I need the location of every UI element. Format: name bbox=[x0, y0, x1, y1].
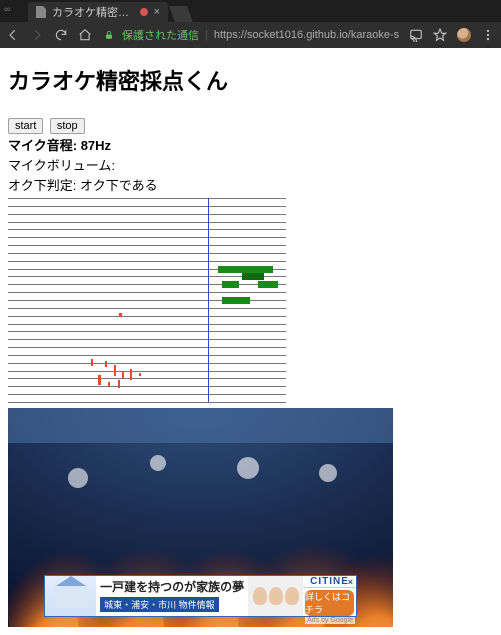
tab-strip: カラオケ精密採点くん × bbox=[0, 0, 501, 22]
ad-banner[interactable]: 一戸建を持つのが家族の夢 城東・浦安・市川 物件情報 CITINE× 詳しくはコ… bbox=[44, 575, 357, 617]
ad-headline: 一戸建を持つのが家族の夢 bbox=[100, 578, 244, 595]
sung-pitch-mark bbox=[130, 369, 132, 379]
grid-row bbox=[8, 284, 286, 285]
browser-tab[interactable]: カラオケ精密採点くん × bbox=[28, 2, 168, 22]
grid-row bbox=[8, 253, 286, 254]
grid-row bbox=[8, 214, 286, 215]
address-bar: 保護された通信 | https://socket1016.github.io/k… bbox=[0, 22, 501, 48]
ad-close-icon[interactable]: × bbox=[348, 577, 354, 587]
grid-row bbox=[8, 229, 286, 230]
sung-pitch-mark bbox=[119, 313, 122, 317]
ad-cta[interactable]: 詳しくはコチラ bbox=[305, 590, 354, 616]
ad-brand: CITINE× bbox=[303, 576, 356, 588]
url-text: https://socket1016.github.io/karaoke-sei… bbox=[214, 29, 399, 41]
sung-pitch-mark bbox=[108, 382, 110, 387]
grid-row bbox=[8, 363, 286, 364]
target-note bbox=[218, 266, 274, 273]
sung-pitch-mark bbox=[98, 375, 100, 384]
close-tab-icon[interactable]: × bbox=[154, 6, 160, 18]
url-box[interactable]: 保護された通信 | https://socket1016.github.io/k… bbox=[102, 27, 399, 43]
sung-pitch-mark bbox=[114, 365, 116, 376]
grid-row bbox=[8, 394, 286, 395]
forward-icon bbox=[30, 28, 44, 42]
ad-right: CITINE× 詳しくはコチラ bbox=[303, 576, 356, 616]
sung-pitch-mark bbox=[91, 359, 93, 366]
playhead-line bbox=[208, 198, 209, 402]
target-note bbox=[222, 281, 239, 288]
window-corner-glyph: ∞ bbox=[4, 4, 9, 14]
mic-volume-label: マイクボリューム: bbox=[8, 158, 115, 173]
grid-row bbox=[8, 261, 286, 262]
tab-title: カラオケ精密採点くん bbox=[52, 4, 134, 20]
sung-pitch-mark bbox=[139, 373, 142, 376]
ad-locations: 城東・浦安・市川 物件情報 bbox=[100, 597, 219, 612]
sung-pitch-mark bbox=[118, 380, 120, 388]
grid-row bbox=[8, 237, 286, 238]
grid-row bbox=[8, 339, 286, 340]
mic-volume-line: マイクボリューム: bbox=[8, 155, 493, 174]
target-note bbox=[242, 273, 264, 280]
page-title: カラオケ精密採点くん bbox=[8, 64, 493, 96]
grid-row bbox=[8, 386, 286, 387]
grid-row bbox=[8, 378, 286, 379]
grid-row bbox=[8, 347, 286, 348]
reload-icon[interactable] bbox=[54, 28, 68, 42]
target-note bbox=[222, 297, 250, 304]
grid-row bbox=[8, 316, 286, 317]
page-body: カラオケ精密採点くん start stop マイク音程: 87Hz マイクボリュ… bbox=[0, 48, 501, 635]
browser-chrome: ∞ カラオケ精密採点くん × 保護された通信 | https://socket1… bbox=[0, 0, 501, 48]
grid-row bbox=[8, 245, 286, 246]
start-button[interactable]: start bbox=[8, 118, 43, 134]
sung-pitch-mark bbox=[105, 361, 107, 367]
profile-avatar-icon[interactable] bbox=[457, 28, 471, 42]
ad-label: Ads by Google bbox=[305, 617, 355, 624]
recording-indicator-icon bbox=[140, 8, 148, 16]
house-icon bbox=[54, 584, 88, 608]
target-note bbox=[258, 281, 277, 288]
back-icon[interactable] bbox=[6, 28, 20, 42]
stop-button[interactable]: stop bbox=[50, 118, 85, 134]
grid-row bbox=[8, 292, 286, 293]
pitch-grid bbox=[8, 198, 286, 402]
grid-row bbox=[8, 355, 286, 356]
content-image-area: 一戸建を持つのが家族の夢 城東・浦安・市川 物件情報 CITINE× 詳しくはコ… bbox=[8, 408, 393, 627]
ad-copy: 一戸建を持つのが家族の夢 城東・浦安・市川 物件情報 bbox=[96, 576, 248, 616]
mic-pitch-value: 87Hz bbox=[81, 138, 111, 153]
secure-label: 保護された通信 bbox=[122, 27, 199, 43]
grid-row bbox=[8, 371, 286, 372]
lock-icon bbox=[102, 28, 116, 42]
menu-icon[interactable] bbox=[481, 28, 495, 42]
ad-people bbox=[248, 576, 303, 616]
grid-row bbox=[8, 331, 286, 332]
oct-line: オク下判定: オク下である bbox=[8, 175, 493, 194]
mic-pitch-label: マイク音程: bbox=[8, 138, 77, 153]
grid-row bbox=[8, 206, 286, 207]
home-icon[interactable] bbox=[78, 28, 92, 42]
ad-thumb bbox=[45, 576, 96, 616]
controls-row: start stop bbox=[8, 116, 493, 134]
sung-pitch-mark bbox=[122, 371, 124, 377]
grid-row bbox=[8, 402, 286, 403]
cast-icon[interactable] bbox=[409, 28, 423, 42]
grid-row bbox=[8, 222, 286, 223]
grid-row bbox=[8, 308, 286, 309]
star-icon[interactable] bbox=[433, 28, 447, 42]
grid-row bbox=[8, 324, 286, 325]
grid-row bbox=[8, 198, 286, 199]
page-icon bbox=[36, 6, 46, 18]
oct-label: オク下判定: bbox=[8, 178, 76, 193]
new-tab-button[interactable] bbox=[169, 6, 193, 22]
mic-pitch-line: マイク音程: 87Hz bbox=[8, 135, 493, 154]
oct-value: オク下である bbox=[80, 178, 158, 193]
